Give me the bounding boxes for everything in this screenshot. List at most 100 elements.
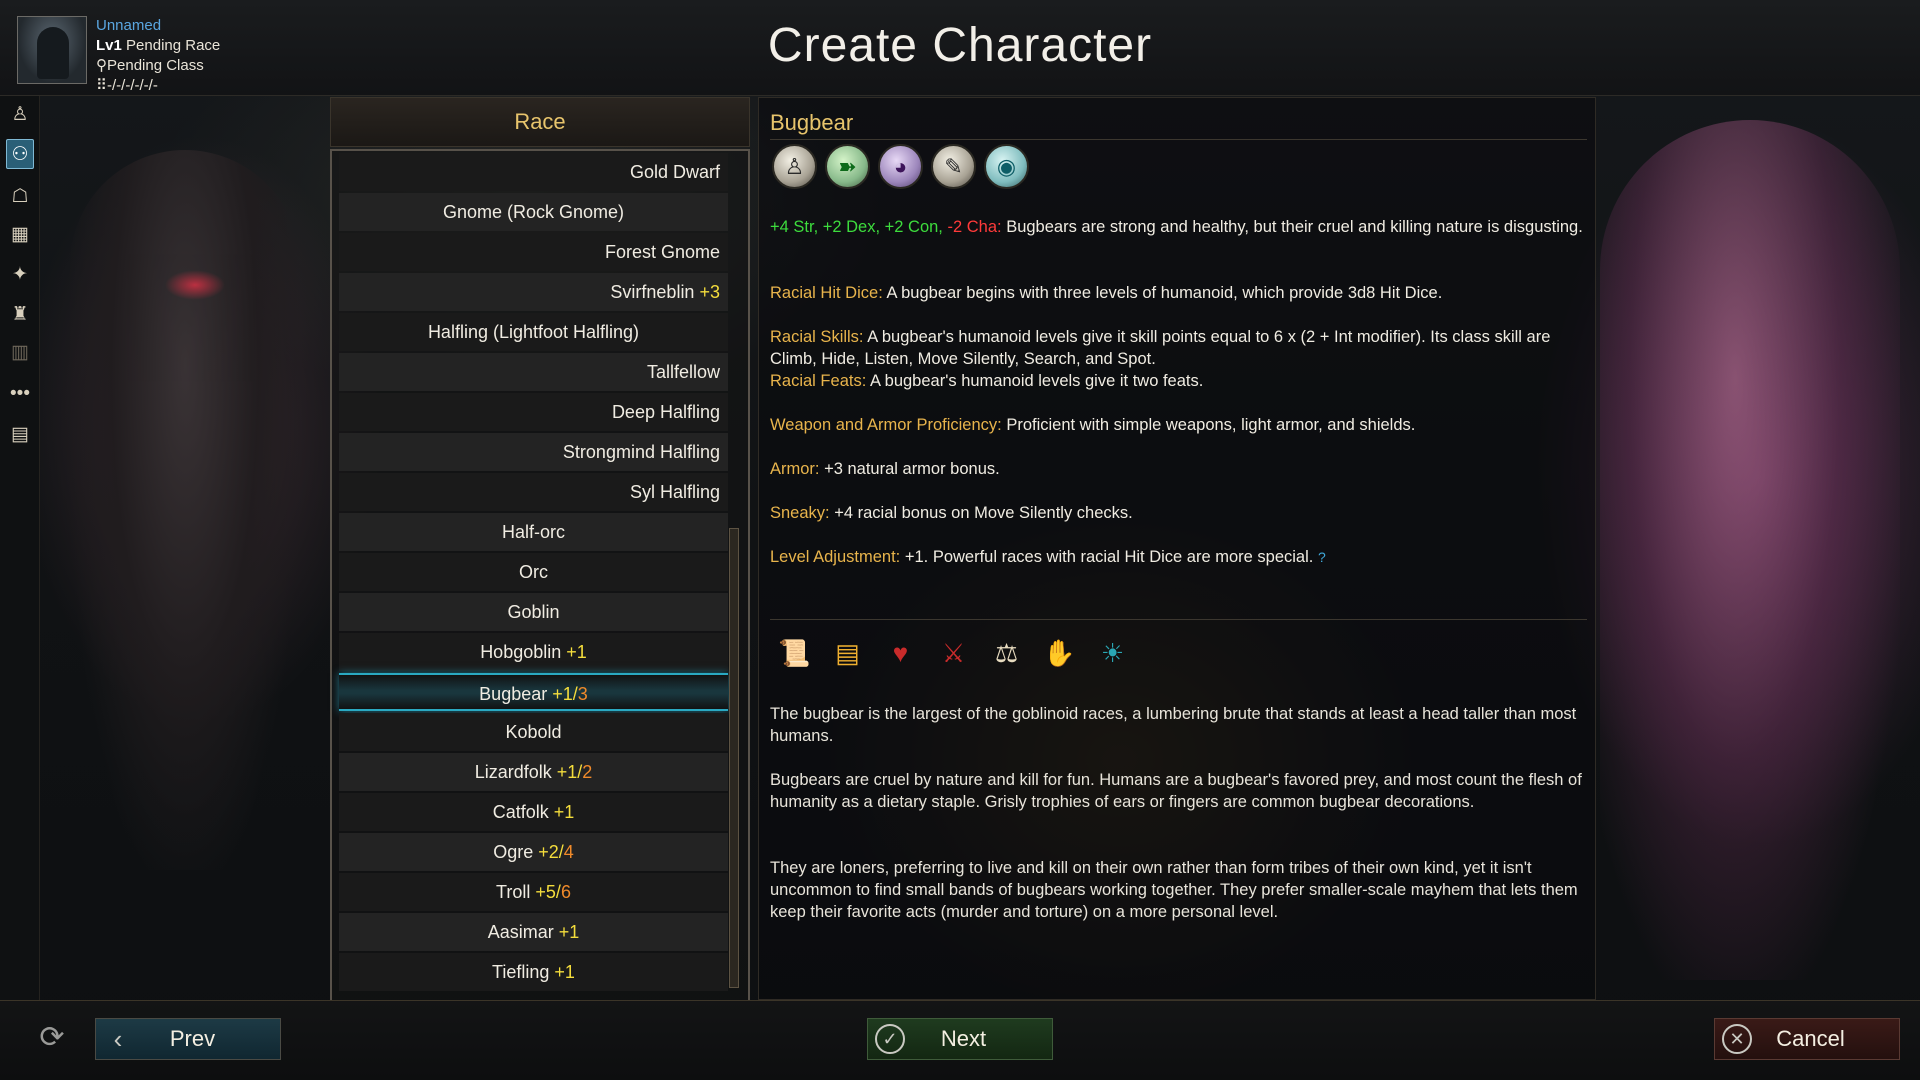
figure-heart-icon[interactable]: ♥ [878,631,923,676]
effective-level: 4 [563,842,574,862]
ability-modifiers: +4 Str, +2 Dex, +2 Con, -2 Cha: Bugbears… [770,216,1587,238]
next-button[interactable]: ✓ Next [867,1018,1053,1060]
race-trait-paragraph: Racial Feats: A bugbear's humanoid level… [770,370,1587,392]
race-list-scrollbar[interactable] [729,528,739,988]
level-adjustment: +5 [535,882,556,902]
race-row[interactable]: Svirfneblin +3 [339,273,728,311]
race-row[interactable]: Aasimar +1 [339,913,728,951]
race-trait-paragraph: Weapon and Armor Proficiency: Proficient… [770,414,1587,436]
level-adjustment: +2 [538,842,559,862]
trait-text: +1. Powerful races with racial Hit Dice … [900,548,1314,566]
scroll-icon[interactable]: 📜 [772,631,817,676]
race-name: Svirfneblin [610,282,695,302]
race-name: Syl Halfling [629,482,720,502]
race-row[interactable]: Deep Halfling [339,393,728,431]
race-name: Tiefling [492,962,550,982]
prev-button-label: Prev [169,1026,216,1051]
race-name: Catfolk [492,802,549,822]
cancel-button[interactable]: ✕ Cancel [1714,1018,1900,1060]
race-name: Gnome (Rock Gnome) [442,202,625,222]
race-row[interactable]: Lizardfolk +1/2 [339,753,728,791]
race-row[interactable]: Troll +5/6 [339,873,728,911]
crossed-swords-icon[interactable]: ⚔ [931,631,976,676]
trait-label: Level Adjustment: [770,548,901,566]
abilities-grid-icon[interactable]: ▦ [6,219,34,249]
gold-scroll-icon[interactable]: ▤ [825,631,870,676]
summary-card-icon[interactable]: ▤ [6,419,34,449]
race-name: Halfling (Lightfoot Halfling) [427,322,640,342]
refresh-icon[interactable]: ⟳ [36,1022,68,1054]
race-panel-title: Race [330,97,750,147]
race-row[interactable]: Kobold [339,713,728,751]
trait-label: Racial Hit Dice: [770,284,883,302]
trait-label: Racial Skills: [770,328,864,346]
race-row[interactable]: Strongmind Halfling [339,433,728,471]
next-button-label: Next [940,1026,987,1051]
class-book-icon[interactable]: ☖ [6,181,34,211]
more-icon[interactable]: ••• [6,379,34,409]
race-row[interactable]: Ogre +2/4 [339,833,728,871]
level-adjustment: +1 [553,802,575,822]
race-info-panel: Bugbear ♙ ➽ ◕ ✎ ◉ +4 Str, +2 Dex, +2 Con, -2… [758,97,1596,1000]
race-row[interactable]: Hobgoblin +1 [339,633,728,671]
race-row[interactable]: Goblin [339,593,728,631]
race-name: Tallfellow [646,362,720,382]
trait-text: +4 racial bonus on Move Silently checks. [829,504,1133,522]
top-bar: Unnamed Lv1 Pending Race ⚲Pending Class … [0,0,1920,96]
person-icon[interactable]: ♙ [6,99,34,129]
race-row[interactable]: Tallfellow [339,353,728,391]
prev-button[interactable]: ‹ Prev [95,1018,281,1060]
crowd-balance-icon[interactable]: ⚖ [984,631,1029,676]
info-divider [770,619,1587,620]
effective-level: 3 [577,684,588,704]
race-row[interactable]: Gold Dwarf [339,153,728,191]
race-icon[interactable]: ⚇ [6,139,34,169]
race-row[interactable]: Gnome (Rock Gnome) [339,193,728,231]
race-panel: Race Gold Dwarf Gnome (Rock Gnome) Forest … [330,97,750,1080]
help-icon[interactable]: ? [1318,549,1326,565]
race-name: Troll [496,882,531,902]
stats-grid-icon: ⠿ [96,77,107,94]
race-row[interactable]: Forest Gnome [339,233,728,271]
deity-icon[interactable]: ☀ [1090,631,1135,676]
running-icon[interactable]: ➽ [825,144,870,189]
race-row[interactable]: Halfling (Lightfoot Halfling) [339,313,728,351]
race-name: Orc [519,562,548,582]
lore-paragraph: The bugbear is the largest of the goblin… [770,705,1577,745]
race-name: Hobgoblin [480,642,562,662]
spellbook-icon[interactable]: ▥ [6,337,34,367]
race-row[interactable]: Half-orc [339,513,728,551]
race-row[interactable]: Orc [339,553,728,591]
dark-knight-artwork [70,150,300,870]
race-name: Gold Dwarf [629,162,720,182]
trait-text: A bugbear's humanoid levels give it two … [866,372,1204,390]
handshake-icon[interactable]: ✋ [1037,631,1082,676]
chevron-left-icon: ‹ [113,1023,123,1054]
race-trait-paragraph: Racial Skills: A bugbear's humanoid leve… [770,326,1587,370]
race-name: Bugbear [479,684,548,704]
feats-icon[interactable]: ♜ [6,299,34,329]
hooded-rogue-icon[interactable]: ◕ [878,144,923,189]
race-row[interactable]: Syl Halfling [339,473,728,511]
race-feature-icons: 📜 ▤ ♥ ⚔ ⚖ ✋ ☀ [772,631,1135,676]
eye-icon[interactable]: ◉ [984,144,1029,189]
sorceress-artwork [1600,120,1900,980]
race-name: Aasimar [487,922,554,942]
race-trait-paragraph: Racial Hit Dice: A bugbear begins with t… [770,282,1587,304]
race-trait-paragraph: Sneaky: +4 racial bonus on Move Silently… [770,502,1587,524]
lore-paragraph: Bugbears are cruel by nature and kill fo… [770,771,1582,811]
humanoid-icon[interactable]: ♙ [772,144,817,189]
race-row[interactable]: Bugbear +1/3 [339,673,728,711]
race-trait-icons: ♙ ➽ ◕ ✎ ◉ [772,144,1029,189]
trait-text: A bugbear's humanoid levels give it skil… [770,328,1551,368]
effective-level: 2 [582,762,593,782]
race-row[interactable]: Catfolk +1 [339,793,728,831]
race-name: Half-orc [501,522,565,542]
ability-description: Bugbears are strong and healthy, but the… [1001,218,1583,236]
effective-level: 6 [560,882,571,902]
skills-icon[interactable]: ✦ [6,259,34,289]
scroll-quill-icon[interactable]: ✎ [931,144,976,189]
race-row[interactable]: Tiefling +1 [339,953,728,991]
level-adjustment: +1 [554,962,575,982]
trait-text: A bugbear begins with three levels of hu… [882,284,1443,302]
